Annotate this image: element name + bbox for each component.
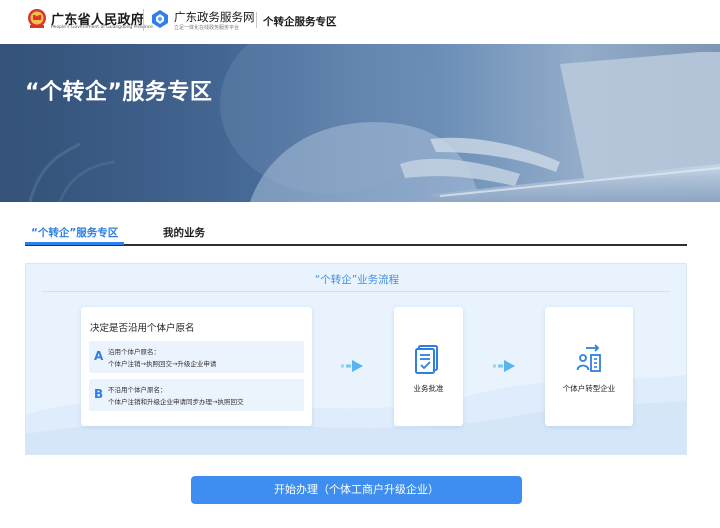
service-portal-logo-icon: [152, 10, 168, 28]
document-check-icon: [415, 345, 438, 374]
decide-title: 决定是否沿用个体户原名: [90, 323, 195, 334]
flow-arrow-icon: [341, 360, 363, 372]
option-b[interactable]: B 不沿用个体户原名： 个体户注销和升级企业申请同步办理→执照回交: [89, 379, 304, 411]
option-heading: 不沿用个体户原名：: [108, 386, 167, 394]
national-emblem-icon: [28, 9, 46, 28]
decide-card: 决定是否沿用个体户原名 A 沿用个体户原名： 个体户注销→执照回交→升级企业申请…: [81, 307, 312, 426]
header-divider: [143, 9, 144, 31]
tab-my-business[interactable]: 我的业务: [163, 225, 205, 240]
option-heading: 沿用个体户原名：: [108, 348, 160, 356]
option-letter: B: [94, 387, 104, 401]
step-card-approve: 业务批准: [394, 307, 463, 426]
header-divider: [256, 12, 257, 28]
option-letter: A: [94, 349, 104, 363]
zone-label[interactable]: 个转企服务专区: [263, 14, 337, 29]
option-a[interactable]: A 沿用个体户原名： 个体户注销→执照回交→升级企业申请: [89, 341, 304, 373]
tab-service-zone[interactable]: “个转企”服务专区: [31, 225, 118, 240]
hero-banner: “个转企”服务专区: [0, 44, 720, 202]
flow-arrow-icon: [493, 360, 515, 372]
transfer-enterprise-icon: [576, 344, 601, 372]
process-title: “个转企”业务流程: [314, 274, 400, 286]
step-card-upgrade: 个体户转型企业: [545, 307, 633, 426]
gov-name-en: People's Government of Guangdong Provinc…: [51, 25, 153, 30]
service-portal-slogan: 立足一体化在线政务服务平台: [174, 25, 240, 31]
banner-title: “个转企”服务专区: [25, 80, 213, 105]
option-steps: 个体户注销和升级企业申请同步办理→执照回交: [108, 398, 244, 406]
start-application-button[interactable]: 开始办理（个体工商户升级企业）: [191, 476, 522, 504]
active-tab-indicator: [25, 242, 124, 245]
banner-illustration: [0, 44, 720, 202]
service-portal-name[interactable]: 广东政务服务网: [174, 9, 255, 25]
step-label: 业务批准: [413, 384, 444, 393]
top-header: 广东省人民政府 People's Government of Guangdong…: [0, 0, 720, 44]
process-panel: “个转企”业务流程 决定是否沿用个体户原名 A 沿用个体户原名： 个体户注销→执…: [25, 263, 687, 455]
option-steps: 个体户注销→执照回交→升级企业申请: [108, 360, 217, 368]
step-label: 个体户转型企业: [562, 384, 616, 393]
process-title-divider: [42, 291, 670, 292]
tab-divider: [25, 244, 687, 246]
